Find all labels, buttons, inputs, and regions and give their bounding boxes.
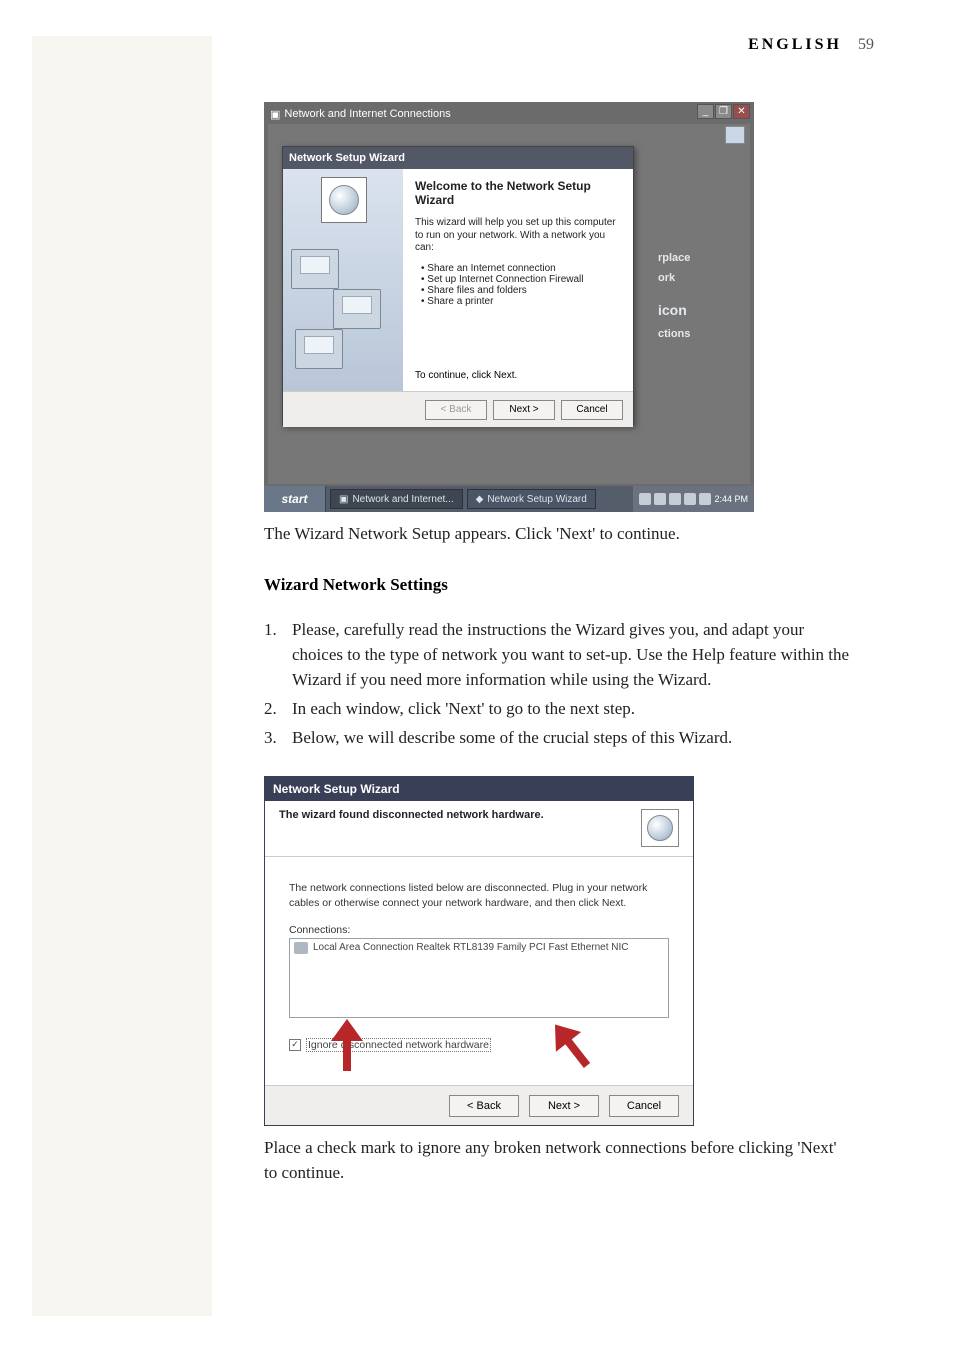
- taskbar-item-label: Network and Internet...: [352, 494, 453, 505]
- connection-name: Local Area Connection Realtek RTL8139 Fa…: [313, 942, 629, 953]
- taskbar: start ▣ Network and Internet... ◆ Networ…: [264, 486, 754, 512]
- taskbar-item-label: Network Setup Wizard: [487, 494, 586, 505]
- window-controls: _ ❐ ✕: [697, 104, 750, 119]
- instruction-text: Please, carefully read the instructions …: [292, 617, 854, 692]
- section-heading: Wizard Network Settings: [264, 575, 854, 595]
- list-number: 3.: [264, 725, 292, 750]
- bg-text-fragment: ctions: [658, 328, 690, 340]
- bg-text-fragment: icon: [658, 302, 687, 318]
- folder-icon: ▣: [270, 108, 280, 121]
- tray-icon[interactable]: [684, 493, 696, 505]
- list-item[interactable]: Local Area Connection Realtek RTL8139 Fa…: [294, 942, 664, 954]
- tray-icon[interactable]: [654, 493, 666, 505]
- wizard-title: Network Setup Wizard: [265, 777, 693, 801]
- list-number: 2.: [264, 696, 292, 721]
- taskbar-item[interactable]: ▣ Network and Internet...: [330, 489, 463, 509]
- back-button: < Back: [425, 400, 487, 420]
- header-page-number: 59: [858, 36, 874, 53]
- checkbox-icon[interactable]: ✓: [289, 1039, 301, 1051]
- tray-icon[interactable]: [669, 493, 681, 505]
- tray-clock: 2:44 PM: [714, 494, 748, 504]
- tray-icon[interactable]: [699, 493, 711, 505]
- maximize-icon[interactable]: ❐: [715, 104, 732, 119]
- globe-icon: [321, 177, 367, 223]
- computer-icon: [295, 329, 343, 369]
- system-tray: 2:44 PM: [633, 486, 754, 512]
- header-language: ENGLISH: [748, 36, 842, 53]
- back-button[interactable]: < Back: [449, 1095, 519, 1117]
- body-icon: [725, 126, 745, 144]
- wizard-icon: ◆: [476, 494, 484, 505]
- folder-icon: ▣: [339, 494, 348, 505]
- wizard-subheading: The wizard found disconnected network ha…: [279, 809, 544, 821]
- annotation-arrow-icon: [321, 1019, 373, 1071]
- wizard-bullet: Share a printer: [421, 296, 621, 307]
- wizard-title: Network Setup Wizard: [283, 147, 633, 169]
- connections-label: Connections:: [289, 924, 669, 936]
- computer-icon: [291, 249, 339, 289]
- screenshot-network-wizard-welcome: ▣ Network and Internet Connections _ ❐ ✕…: [264, 102, 754, 512]
- caption-text: Place a check mark to ignore any broken …: [264, 1136, 854, 1185]
- caption-text: The Wizard Network Setup appears. Click …: [264, 522, 854, 547]
- wizard-continue-text: To continue, click Next.: [415, 370, 517, 381]
- list-number: 1.: [264, 617, 292, 692]
- computer-icon: [333, 289, 381, 329]
- wizard-bullet: Share files and folders: [421, 285, 621, 296]
- minimize-icon[interactable]: _: [697, 104, 714, 119]
- next-button[interactable]: Next >: [529, 1095, 599, 1117]
- start-button[interactable]: start: [264, 486, 326, 512]
- instruction-text: In each window, click 'Next' to go to th…: [292, 696, 854, 721]
- wizard-heading: Welcome to the Network Setup Wizard: [415, 179, 621, 207]
- nic-icon: [294, 942, 308, 954]
- next-button[interactable]: Next >: [493, 400, 555, 420]
- globe-icon: [641, 809, 679, 847]
- taskbar-item[interactable]: ◆ Network Setup Wizard: [467, 489, 596, 509]
- left-margin-band: [32, 36, 212, 1316]
- cancel-button[interactable]: Cancel: [609, 1095, 679, 1117]
- parent-window-title: Network and Internet Connections: [284, 108, 450, 120]
- wizard-window: Network Setup Wizard Welcome to the Netw…: [282, 146, 634, 426]
- instruction-text: Below, we will describe some of the cruc…: [292, 725, 854, 750]
- wizard-sidebar-graphic: [283, 169, 403, 391]
- bg-text-fragment: ork: [658, 272, 675, 284]
- wizard-intro-text: This wizard will help you set up this co…: [415, 217, 621, 255]
- screenshot-wizard-disconnected-hw: Network Setup Wizard The wizard found di…: [264, 776, 694, 1126]
- tray-icon[interactable]: [639, 493, 651, 505]
- close-icon[interactable]: ✕: [733, 104, 750, 119]
- bg-text-fragment: rplace: [658, 252, 690, 264]
- cancel-button[interactable]: Cancel: [561, 400, 623, 420]
- wizard-bullet: Share an Internet connection: [421, 263, 621, 274]
- connections-listbox[interactable]: Local Area Connection Realtek RTL8139 Fa…: [289, 938, 669, 1018]
- wizard-bullet: Set up Internet Connection Firewall: [421, 274, 621, 285]
- wizard-body-text: The network connections listed below are…: [289, 881, 669, 909]
